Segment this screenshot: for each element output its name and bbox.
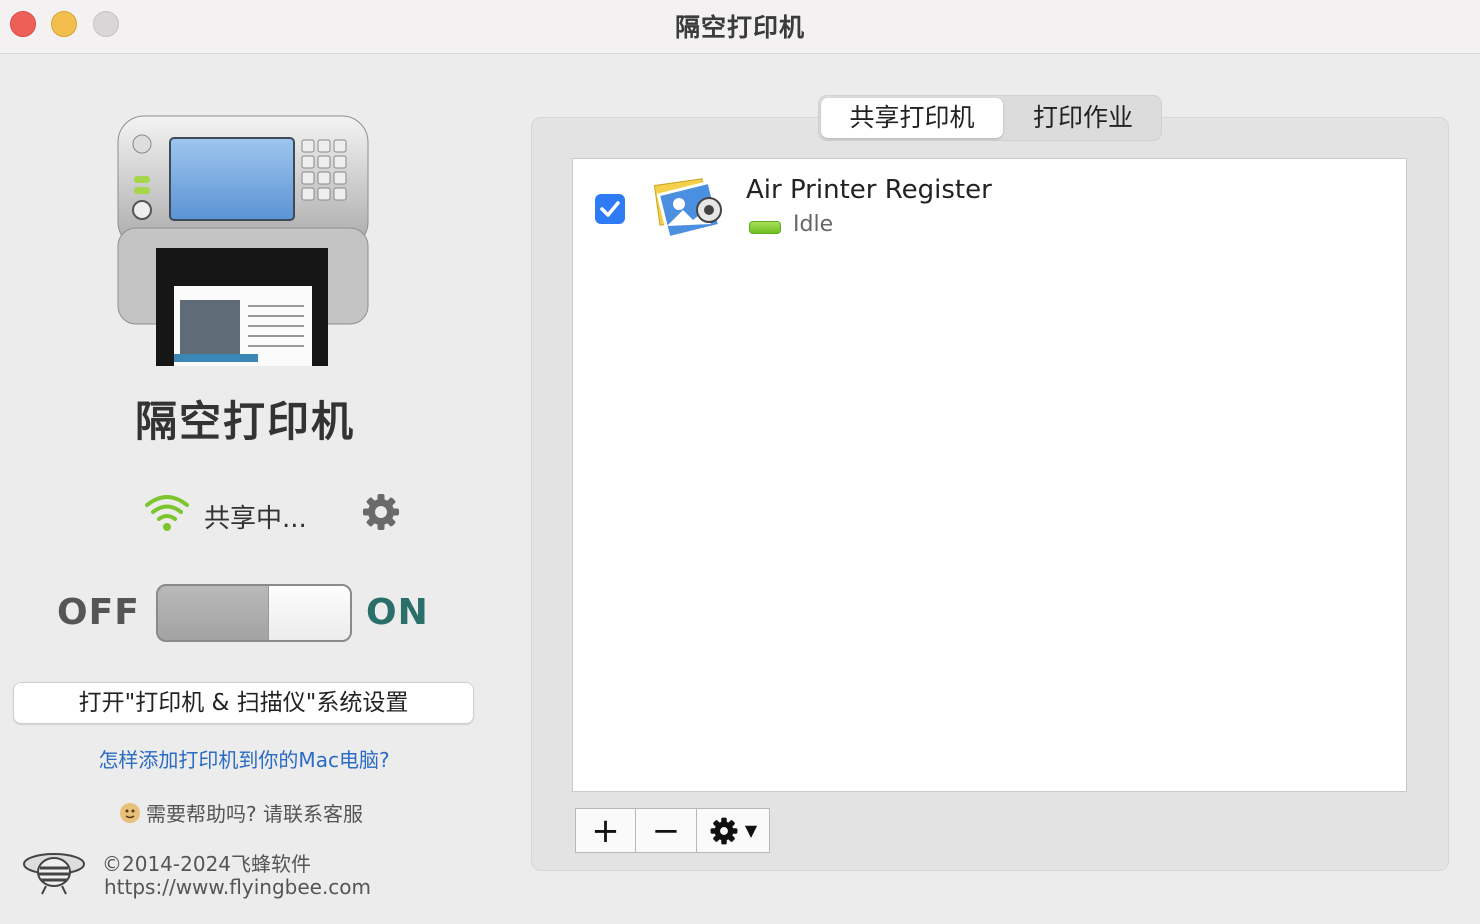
gear-icon[interactable]	[362, 493, 400, 531]
chevron-down-icon: ▼	[744, 821, 758, 840]
status-indicator	[749, 221, 781, 234]
window-title: 隔空打印机	[674, 13, 805, 42]
flyingbee-logo	[23, 853, 85, 895]
tab-shared-printers[interactable]: 共享打印机	[821, 98, 1003, 138]
printer-name: Air Printer Register	[746, 175, 992, 205]
copyright-text: ©2014-2024飞蜂软件	[102, 852, 312, 876]
list-toolbar: + − ▼	[575, 808, 770, 853]
action-menu-button[interactable]: ▼	[697, 809, 769, 852]
toggle-on-label: ON	[366, 592, 429, 633]
website-link[interactable]: https://www.flyingbee.com	[104, 875, 371, 899]
tab-print-jobs[interactable]: 打印作业	[1007, 98, 1159, 138]
checkmark-icon	[600, 201, 620, 217]
contact-support-link[interactable]: 需要帮助吗? 请联系客服	[118, 798, 363, 827]
printer-list: Air Printer Register Idle	[572, 158, 1407, 792]
open-printer-settings-button[interactable]: 打开"打印机 & 扫描仪"系统设置	[13, 682, 474, 724]
wifi-icon	[145, 495, 189, 531]
toggle-off-label: OFF	[57, 592, 140, 633]
add-printer-help-link[interactable]: 怎样添加打印机到你的Mac电脑?	[60, 744, 428, 773]
sharing-status: 共享中...	[204, 504, 307, 534]
tab-segmented-control: 共享打印机 打印作业	[818, 95, 1162, 141]
printer-enabled-checkbox[interactable]	[595, 194, 625, 224]
app-name: 隔空打印机	[134, 397, 355, 446]
remove-printer-button[interactable]: −	[636, 809, 697, 852]
support-agent-icon	[120, 803, 140, 823]
add-printer-button[interactable]: +	[576, 809, 636, 852]
support-text: 需要帮助吗? 请联系客服	[146, 802, 363, 826]
printer-app-icon	[117, 115, 369, 366]
sharing-toggle[interactable]	[156, 584, 352, 642]
gear-icon	[710, 817, 738, 844]
printer-register-icon	[653, 178, 722, 240]
title-bar: 隔空打印机	[0, 0, 1480, 54]
printer-status: Idle	[793, 212, 834, 237]
toggle-knob[interactable]	[268, 586, 350, 640]
